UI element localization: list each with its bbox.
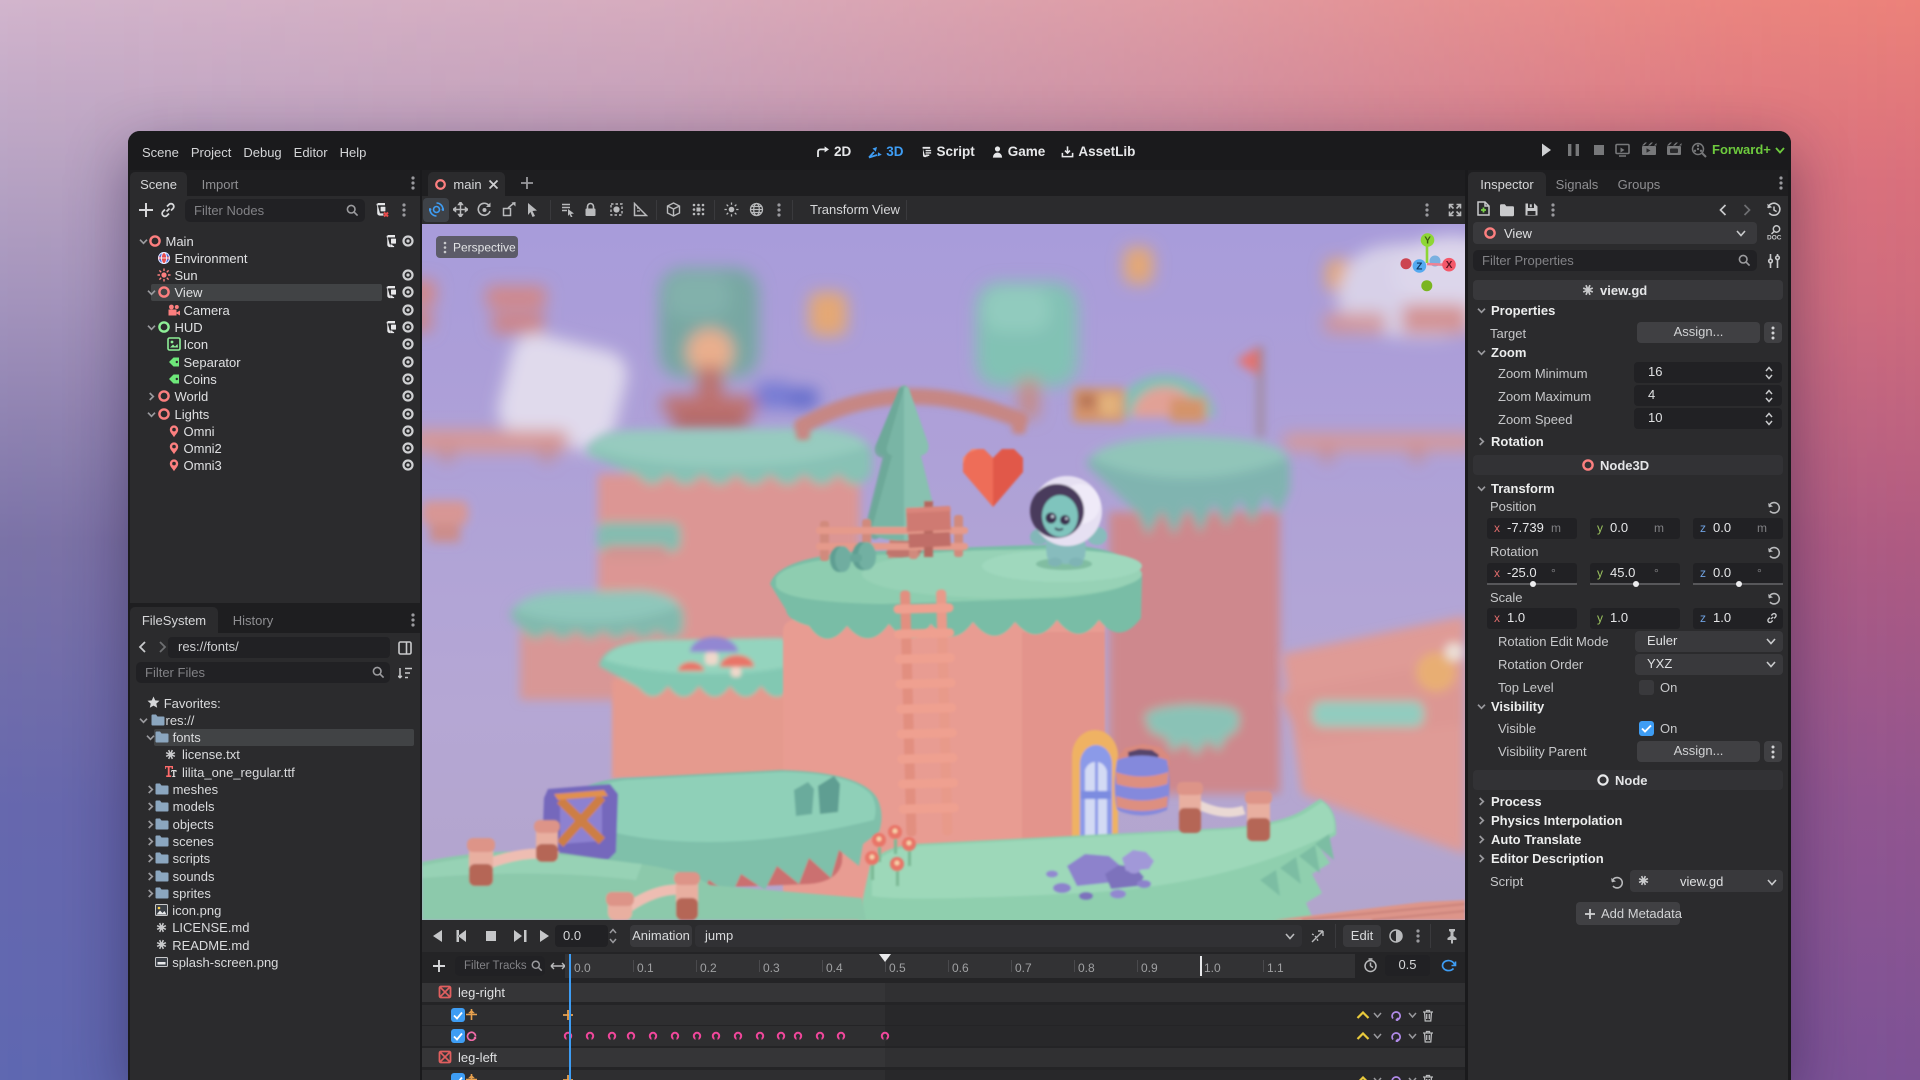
- svg-text:Forward+: Forward+: [1712, 142, 1771, 157]
- svg-text:Y: Y: [1424, 236, 1431, 247]
- svg-text:Perspective: Perspective: [453, 241, 516, 255]
- svg-text:X: X: [1446, 260, 1453, 271]
- svg-text:DOC: DOC: [1767, 235, 1782, 242]
- svg-text:Z: Z: [1416, 262, 1422, 273]
